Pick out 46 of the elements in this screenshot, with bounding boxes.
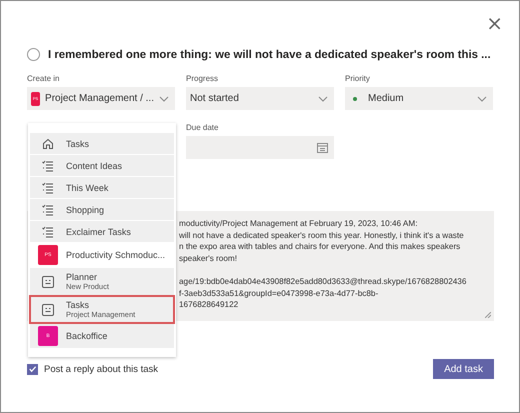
menu-item-label: Tasks — [66, 300, 90, 310]
checklist-icon — [42, 226, 54, 238]
close-button[interactable]: × — [484, 13, 505, 33]
checklist-icon — [42, 182, 54, 194]
checkbox[interactable] — [27, 364, 38, 374]
date-field[interactable] — [186, 136, 334, 159]
menu-item[interactable]: Content Ideas — [30, 155, 174, 176]
task-title: I remembered one more thing: we will not have a dedicated speaker's room this ... — [48, 48, 491, 60]
checklist-icon — [42, 204, 54, 216]
dropdown[interactable]: Medium — [345, 87, 493, 110]
chevron-icon — [318, 96, 328, 102]
menu-item-label: Content Ideas — [66, 160, 122, 170]
calendar-icon — [317, 142, 328, 152]
menu-item-label: Tasks — [66, 138, 90, 148]
checklist-icon — [42, 160, 54, 172]
notes-line: 1676828649122 — [179, 299, 240, 310]
board-icon — [42, 276, 54, 288]
menu-item-label: Shopping — [66, 204, 104, 214]
field-label: Due date — [186, 123, 220, 132]
chevron-icon — [159, 96, 169, 102]
checkbox-label: Post a reply about this task — [44, 364, 158, 374]
notes-line: moductivity/Project Management at February 19, 2023, 10:46 AM: — [179, 218, 418, 230]
menu-item[interactable]: Exclaimer Tasks — [30, 221, 174, 242]
field-label: Create in — [27, 74, 60, 83]
notes-line: will not have a dedicated speaker's room this year. Honestly, i think it's a waste — [179, 230, 465, 241]
menu-item[interactable]: Tasks — [30, 133, 174, 154]
field-label: Priority — [345, 74, 371, 83]
menu-item-label: Productivity Schmoduc... — [66, 250, 166, 260]
notes-line: f-3aeb3d533a51&groupId=e0473998-e73a-4d77-bc8b- — [179, 288, 380, 299]
complete-checkbox[interactable] — [27, 48, 40, 61]
chevron-icon — [477, 96, 487, 102]
dropdown[interactable]: Not started — [186, 87, 334, 110]
field-label: Progress — [186, 74, 220, 83]
menu-item-label: This Week — [66, 182, 108, 192]
menu-item[interactable]: This Week — [30, 177, 174, 198]
notes-line: n the expo area with tables and chairs for everyone. And this makes speakers — [179, 241, 462, 252]
notes-line: age/19:bdb0e4dab04e43908f82e5add80d3633@thread.skype/1676828802436 — [179, 276, 468, 288]
notes-line: speaker's room! — [179, 252, 238, 264]
add-task-button[interactable]: Add task — [433, 359, 494, 379]
menu-item-label: Exclaimer Tasks — [66, 226, 131, 236]
menu-item[interactable]: Shopping — [30, 199, 174, 220]
menu-item-label: Planner — [66, 272, 98, 282]
home-icon — [42, 138, 54, 150]
menu-item-label: Backoffice — [66, 331, 108, 341]
resize-grip-icon — [485, 312, 491, 318]
board-icon — [42, 304, 54, 316]
